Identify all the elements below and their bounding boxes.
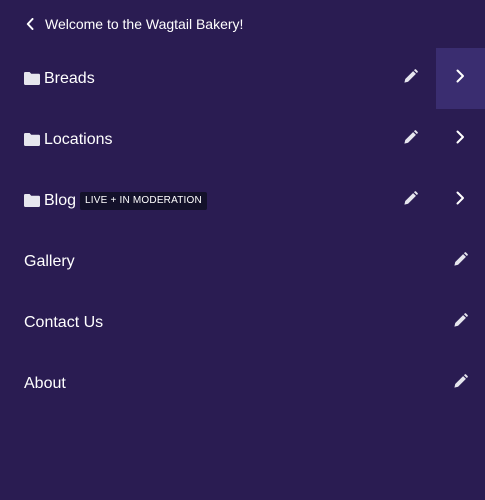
- chevron-right-icon: [456, 130, 465, 149]
- menu-item-gallery: Gallery: [0, 231, 485, 292]
- folder-icon: [24, 72, 40, 85]
- menu-item-label: Blog: [44, 191, 77, 209]
- explore-children-button[interactable]: [436, 48, 485, 109]
- menu-item-link[interactable]: Contact Us: [24, 292, 103, 353]
- explore-children-button[interactable]: [436, 109, 485, 170]
- pencil-icon: [403, 129, 418, 150]
- edit-button[interactable]: [386, 170, 435, 231]
- menu-item-blog: Blog LIVE + IN MODERATION: [0, 170, 485, 231]
- explore-children-button[interactable]: [436, 170, 485, 231]
- menu-item-label: Locations: [44, 130, 113, 148]
- pencil-icon: [453, 312, 468, 333]
- menu-item-locations: Locations: [0, 109, 485, 170]
- status-badge: LIVE + IN MODERATION: [80, 191, 207, 210]
- menu-item-label: Contact Us: [24, 313, 104, 331]
- menu-item-label: About: [24, 374, 66, 392]
- edit-button[interactable]: [436, 231, 485, 292]
- chevron-left-icon: [24, 17, 36, 31]
- menu-item-contact-us: Contact Us: [0, 292, 485, 353]
- folder-icon: [24, 133, 40, 146]
- menu-item-link[interactable]: Breads: [24, 48, 95, 109]
- menu-item-about: About: [0, 353, 485, 414]
- chevron-right-icon: [456, 191, 465, 210]
- chevron-right-icon: [456, 69, 465, 88]
- pencil-icon: [403, 190, 418, 211]
- page-menu: Breads Locations Blog LIVE + IN MODERATION G…: [0, 48, 485, 414]
- menu-item-breads: Breads: [0, 48, 485, 109]
- pencil-icon: [453, 373, 468, 394]
- back-link-label: Welcome to the Wagtail Bakery!: [45, 16, 244, 32]
- menu-item-label: Breads: [44, 69, 95, 87]
- menu-item-link[interactable]: About: [24, 353, 66, 414]
- menu-item-link[interactable]: Blog LIVE + IN MODERATION: [24, 170, 207, 231]
- pencil-icon: [453, 251, 468, 272]
- edit-button[interactable]: [436, 353, 485, 414]
- edit-button[interactable]: [436, 292, 485, 353]
- pencil-icon: [403, 68, 418, 89]
- explorer-panel: Welcome to the Wagtail Bakery! Breads Loc…: [0, 0, 485, 500]
- back-link[interactable]: Welcome to the Wagtail Bakery!: [24, 14, 243, 34]
- folder-icon: [24, 194, 40, 207]
- menu-item-link[interactable]: Locations: [24, 109, 113, 170]
- edit-button[interactable]: [386, 48, 435, 109]
- edit-button[interactable]: [386, 109, 435, 170]
- menu-item-label: Gallery: [24, 252, 75, 270]
- menu-item-link[interactable]: Gallery: [24, 231, 75, 292]
